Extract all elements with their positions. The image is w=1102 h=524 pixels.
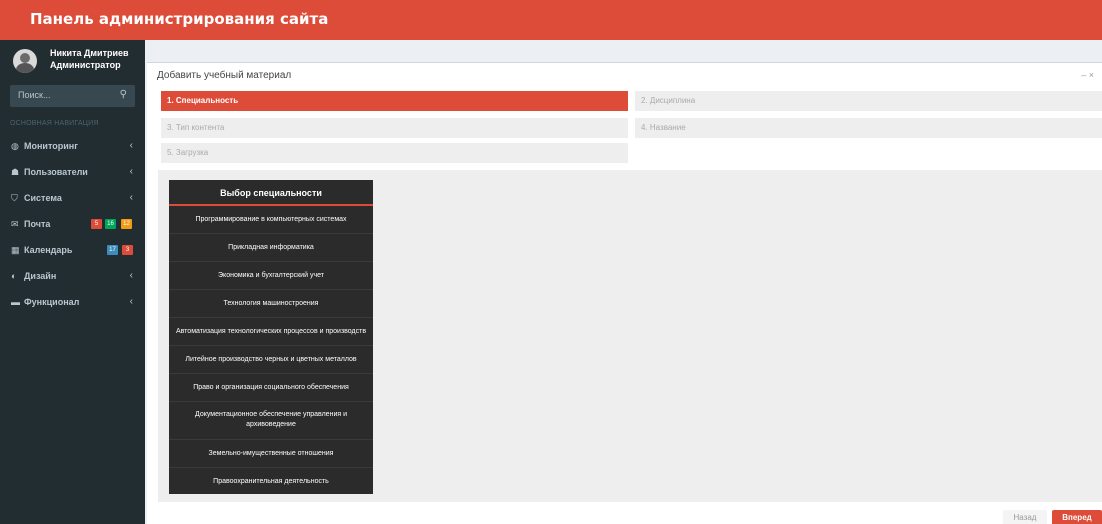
list-item[interactable]: Экономика и бухгалтерский учет (169, 262, 373, 290)
calendar-badge-red: 3 (122, 245, 133, 255)
mail-badge-green: 16 (105, 219, 116, 229)
sidebar-item-calendar[interactable]: ▦ Календарь 17 3 (0, 238, 145, 264)
users-icon: ☗ (11, 167, 20, 177)
folder-icon: ▬ (11, 297, 20, 307)
chevron-left-icon: ‹ (129, 140, 133, 151)
sidebar-item-label: Пользователи (24, 167, 88, 177)
mail-badge-yellow: 12 (121, 219, 132, 229)
admin-app: Панель администрирования сайта Никита Дм… (0, 0, 1102, 524)
specialty-list: Выбор специальности Программирование в к… (169, 180, 373, 494)
user-panel: Никита Дмитриев Администратор (0, 40, 145, 82)
list-item[interactable]: Прикладная информатика (169, 234, 373, 262)
list-item[interactable]: Программирование в компьютерных системах (169, 206, 373, 234)
step-upload[interactable]: 5. Загрузка (161, 143, 628, 163)
sidebar-item-monitoring[interactable]: ◍ Мониторинг ‹ (0, 134, 145, 160)
list-item[interactable]: Литейное производство черных и цветных м… (169, 346, 373, 374)
sidebar-item-label: Функционал (24, 297, 80, 307)
step-label: 5. Загрузка (167, 148, 209, 157)
list-item[interactable]: Документационное обеспечение управления … (169, 402, 373, 440)
sidebar-item-design[interactable]: ◐ Дизайн ‹ (0, 264, 145, 290)
chevron-left-icon: ‹ (129, 296, 133, 307)
app-title: Панель администрирования сайта (30, 10, 329, 28)
user-role: Администратор (50, 60, 121, 70)
shield-icon: ⛉ (11, 193, 18, 203)
search-placeholder: Поиск... (18, 90, 51, 100)
sidebar-item-users[interactable]: ☗ Пользователи ‹ (0, 160, 145, 186)
palette-icon: ◐ (11, 271, 17, 281)
box-tools[interactable]: – × (1081, 70, 1094, 80)
calendar-badge-blue: 17 (107, 245, 118, 255)
back-button[interactable]: Назад (1003, 510, 1047, 524)
step-name[interactable]: 4. Название (635, 118, 1102, 138)
step-label: 1. Специальность (167, 96, 239, 105)
sidebar-item-label: Мониторинг (24, 141, 78, 151)
list-item[interactable]: Право и организация социального обеспече… (169, 374, 373, 402)
search-input[interactable]: Поиск... ⚲ (10, 85, 135, 107)
next-button[interactable]: Вперед (1052, 510, 1102, 524)
list-item[interactable]: Земельно-имущественные отношения (169, 440, 373, 468)
sidebar: Никита Дмитриев Администратор Поиск... ⚲… (0, 40, 145, 524)
chevron-left-icon: ‹ (129, 166, 133, 177)
sidebar-item-functional[interactable]: ▬ Функционал ‹ (0, 290, 145, 316)
calendar-icon: ▦ (11, 245, 20, 255)
step-label: 2. Дисциплина (641, 96, 696, 105)
box-title: Добавить учебный материал (157, 70, 292, 81)
step-discipline[interactable]: 2. Дисциплина (635, 91, 1102, 111)
search-icon[interactable]: ⚲ (120, 89, 127, 100)
chevron-left-icon: ‹ (129, 192, 133, 203)
step-label: 4. Название (641, 123, 686, 132)
user-name: Никита Дмитриев (50, 48, 129, 58)
sidebar-item-label: Календарь (24, 245, 73, 255)
sidebar-item-mail[interactable]: ✉ Почта 5 16 12 (0, 212, 145, 238)
mail-badge-red: 5 (91, 219, 102, 229)
step-specialty[interactable]: 1. Специальность (161, 91, 628, 111)
step-content-type[interactable]: 3. Тип контента (161, 118, 628, 138)
sidebar-item-system[interactable]: ⛉ Система ‹ (0, 186, 145, 212)
specialty-list-header: Выбор специальности (169, 180, 373, 206)
list-item[interactable]: Автоматизация технологических процессов … (169, 318, 373, 346)
avatar (13, 49, 37, 73)
chevron-left-icon: ‹ (129, 270, 133, 281)
list-item[interactable]: Технология машиностроения (169, 290, 373, 318)
specialty-list-title: Выбор специальности (220, 188, 322, 198)
step-label: 3. Тип контента (167, 123, 225, 132)
envelope-icon: ✉ (11, 219, 19, 229)
top-bar: Панель администрирования сайта (0, 0, 1102, 40)
list-item[interactable]: Правоохранительная деятельность (169, 468, 373, 496)
sidebar-item-label: Дизайн (24, 271, 57, 281)
sidebar-item-label: Система (24, 193, 62, 203)
dashboard-icon: ◍ (11, 141, 19, 151)
nav-header: ОСНОВНАЯ НАВИГАЦИЯ (10, 120, 99, 127)
sidebar-item-label: Почта (24, 219, 51, 229)
